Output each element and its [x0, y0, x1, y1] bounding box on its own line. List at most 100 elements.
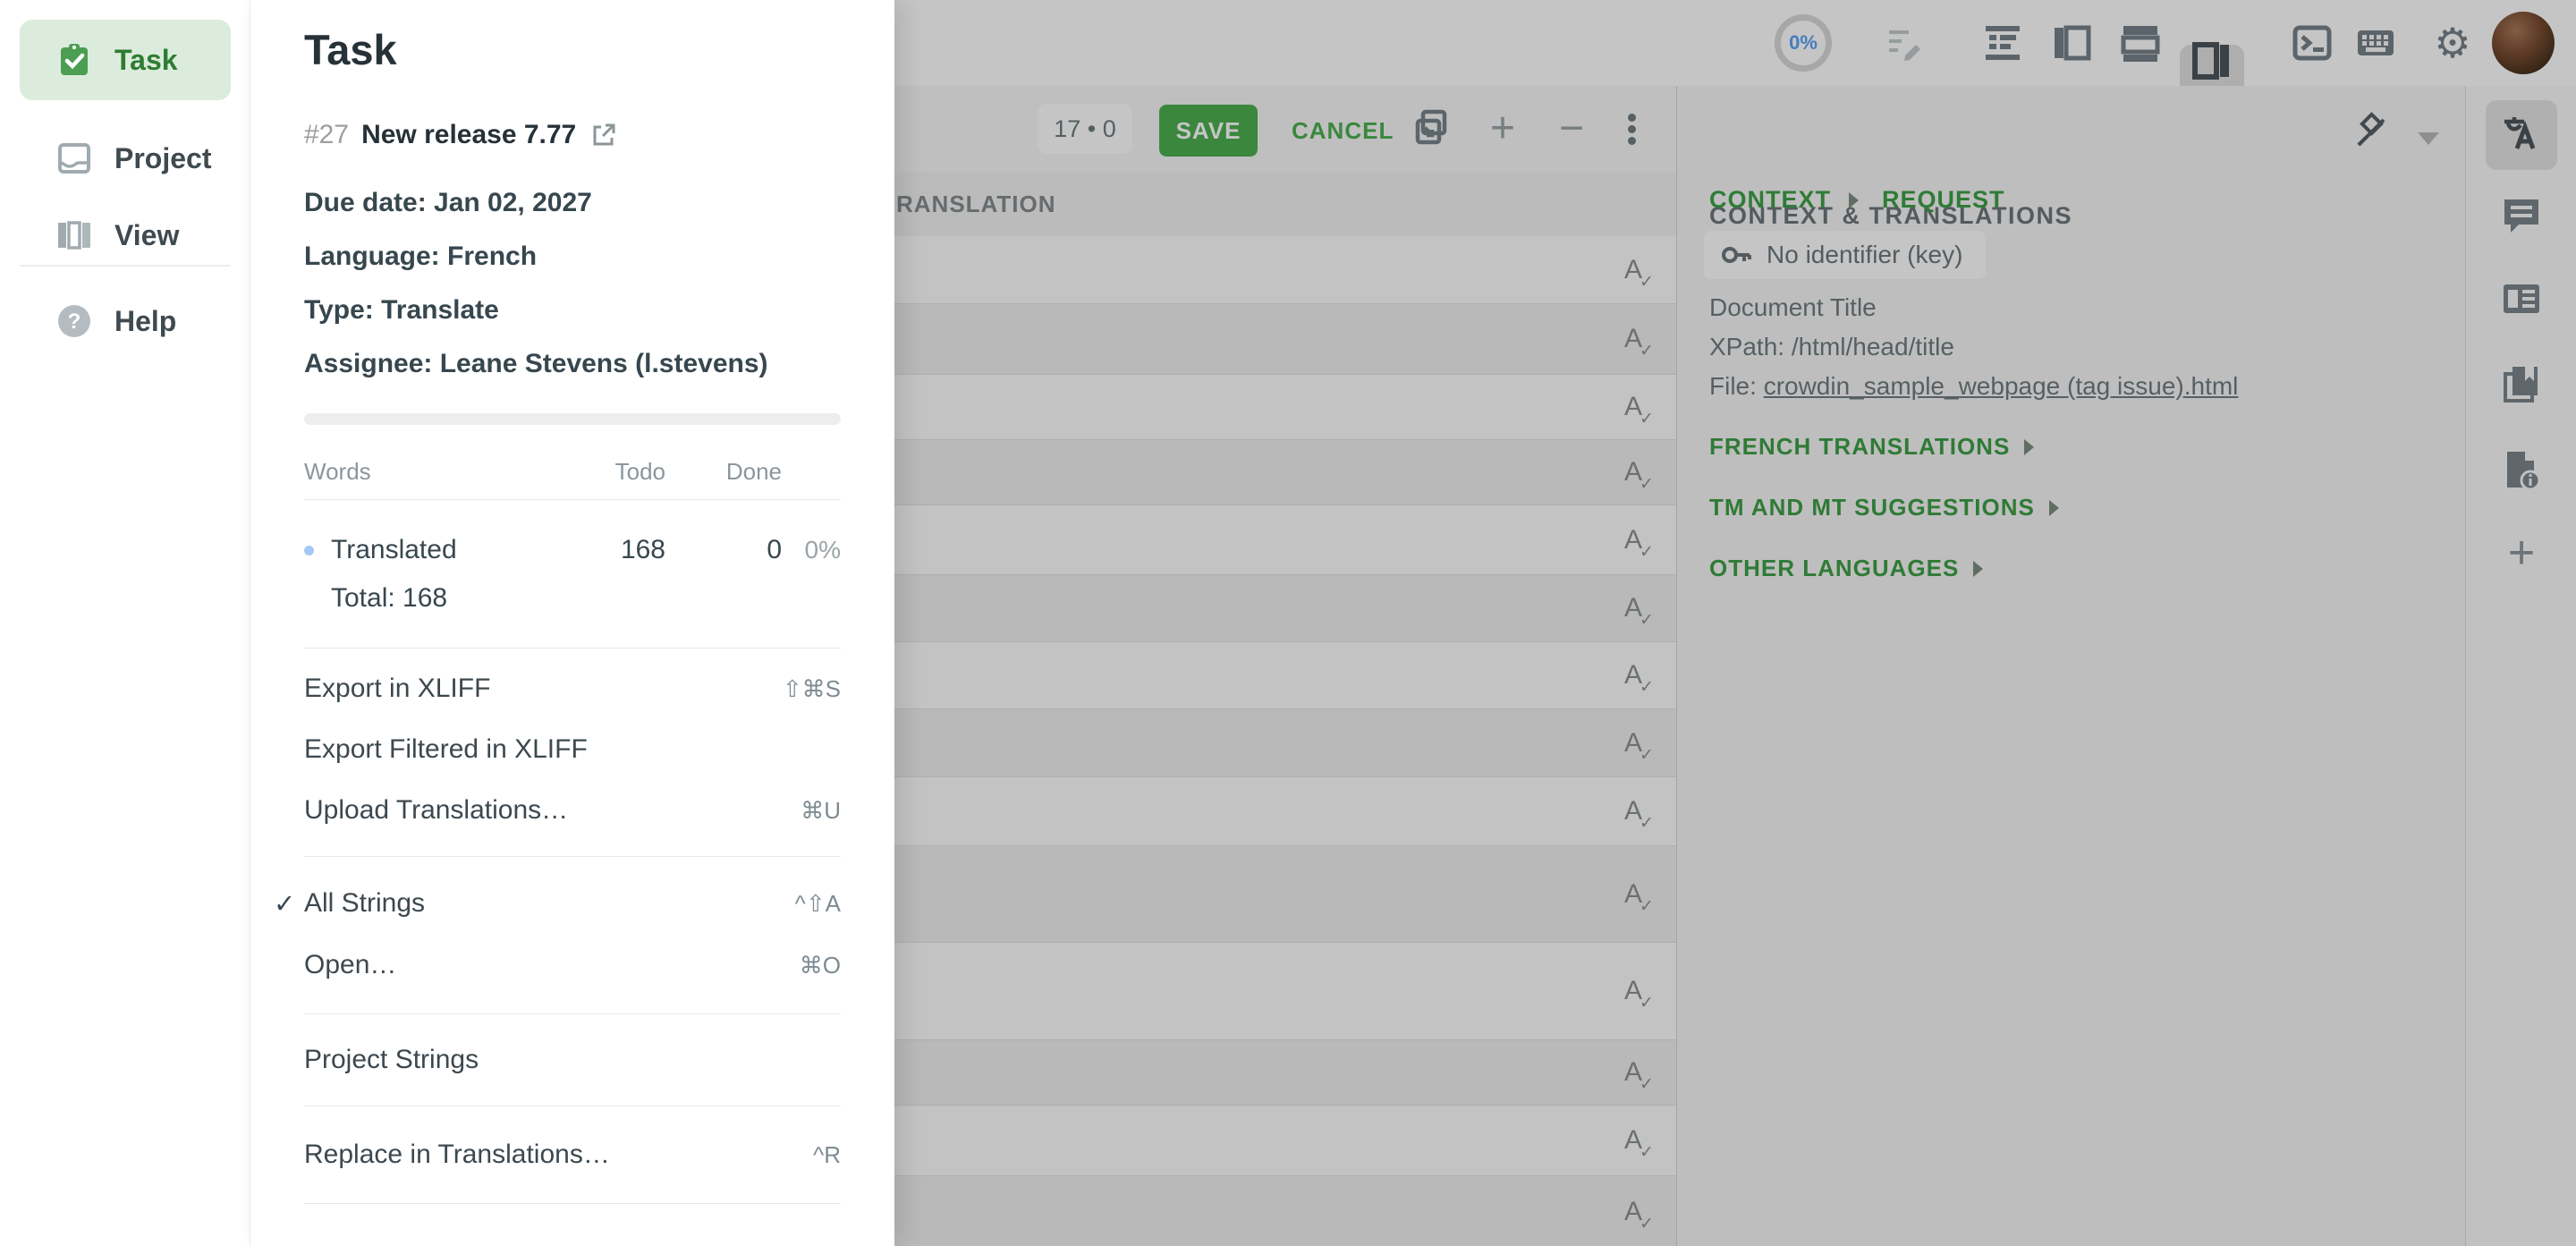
divider: [304, 499, 841, 500]
progress-value: 0%: [1789, 31, 1818, 55]
translated-todo: 168: [567, 535, 665, 565]
console-icon[interactable]: [2291, 21, 2334, 64]
check-icon: ✓: [274, 888, 295, 920]
task-name: New release 7.77: [361, 120, 576, 150]
task-reference-row: #27 New release 7.77: [304, 120, 617, 150]
words-total-row: Total: 168: [304, 581, 841, 615]
approve-translation-icon[interactable]: A✓: [1624, 257, 1642, 284]
multilingual-mode-icon[interactable]: [2190, 39, 2233, 82]
approve-translation-icon[interactable]: A✓: [1624, 595, 1642, 622]
crowdin-editor: 0%: [0, 0, 2576, 1246]
words-total: Total: 168: [304, 583, 841, 614]
file-label: File:: [1709, 372, 1757, 400]
project-icon: [54, 140, 95, 177]
approve-translation-icon[interactable]: A✓: [1624, 1127, 1642, 1154]
view-columns-icon: [54, 216, 95, 254]
task-type: Type: Translate: [304, 295, 499, 326]
sidebar-item-label: Task: [114, 44, 178, 77]
duplicate-translation-icon[interactable]: [1411, 107, 1454, 150]
document-title-label: Document Title: [1709, 293, 1877, 322]
sidebar-item-label: View: [114, 219, 179, 252]
divider: [304, 856, 841, 857]
divider: [304, 1013, 841, 1014]
right-icon-strip: +: [2465, 86, 2576, 1246]
approve-translation-icon[interactable]: A✓: [1624, 881, 1642, 908]
minus-icon[interactable]: −: [1550, 107, 1593, 150]
xpath-label: XPath: /html/head/title: [1709, 333, 1954, 361]
divider: [304, 1203, 841, 1204]
task-number: #27: [304, 120, 349, 150]
help-icon: ?: [54, 302, 95, 340]
file-line: File: crowdin_sample_webpage (tag issue)…: [1709, 372, 2238, 401]
add-panel-icon[interactable]: +: [2508, 535, 2535, 572]
edit-strings-icon[interactable]: [1882, 21, 1925, 64]
comments-icon[interactable]: [2500, 194, 2543, 237]
approve-translation-icon[interactable]: A✓: [1624, 798, 1642, 825]
string-counter-badge: 17 • 0: [1038, 104, 1132, 154]
unpin-icon[interactable]: [2350, 111, 2393, 154]
section-french-translations[interactable]: FRENCH TRANSLATIONS: [1709, 433, 2034, 461]
approve-translation-icon[interactable]: A✓: [1624, 978, 1642, 1004]
translations-icon[interactable]: [2499, 113, 2544, 157]
left-sidebar: Task Project View: [0, 0, 250, 1246]
task-assignee: Assignee: Leane Stevens (l.stevens): [304, 349, 768, 379]
approve-translation-icon[interactable]: A✓: [1624, 326, 1642, 352]
task-dropdown-panel: Task #27 New release 7.77 Due date: Jan …: [250, 0, 894, 1246]
translation-column-label: RANSLATION: [896, 191, 1056, 218]
panel-title: Task: [304, 25, 397, 74]
menu-open[interactable]: Open…⌘O: [304, 935, 841, 996]
comfortable-mode-icon[interactable]: [1981, 21, 2024, 64]
file-link[interactable]: crowdin_sample_webpage (tag issue).html: [1764, 372, 2239, 400]
file-info-icon[interactable]: [2500, 448, 2543, 491]
menu-project-strings[interactable]: Project Strings: [304, 1030, 841, 1090]
task-due-date: Due date: Jan 02, 2027: [304, 188, 592, 218]
save-button[interactable]: SAVE: [1159, 105, 1258, 157]
sidebar-item-view[interactable]: View: [20, 195, 231, 275]
menu-all-strings[interactable]: ✓ All Strings^⇧A: [304, 873, 841, 934]
translation-progress-ring[interactable]: 0%: [1775, 14, 1832, 72]
more-options-kebab-icon[interactable]: [1610, 107, 1653, 150]
chevron-down-icon[interactable]: [2418, 132, 2439, 145]
approve-translation-icon[interactable]: A✓: [1624, 394, 1642, 420]
key-icon: [1718, 237, 1754, 273]
menu-replace-in-translations[interactable]: Replace in Translations…^R: [304, 1124, 841, 1185]
words-table-header: Words Todo Done: [304, 458, 841, 486]
sidebar-item-help[interactable]: ? Help: [20, 281, 231, 361]
translated-percent: 0%: [782, 536, 841, 564]
plus-icon[interactable]: +: [1481, 107, 1524, 150]
task-clipboard-icon: [54, 41, 95, 79]
section-tm-mt-suggestions[interactable]: TM AND MT SUGGESTIONS: [1709, 494, 2059, 521]
menu-upload-translations[interactable]: Upload Translations…⌘U: [304, 780, 841, 841]
cancel-button[interactable]: CANCEL: [1286, 105, 1399, 157]
terms-book-icon[interactable]: [2500, 363, 2543, 406]
settings-gear-icon[interactable]: ⚙: [2431, 21, 2474, 64]
user-avatar[interactable]: [2492, 12, 2555, 74]
external-link-icon[interactable]: [590, 122, 617, 148]
menu-export-xliff[interactable]: Export in XLIFF⇧⌘S: [304, 658, 841, 719]
task-progress-bar: [304, 413, 841, 425]
sidebar-item-label: Help: [114, 305, 176, 338]
sidebar-item-label: Project: [114, 142, 211, 175]
approve-translation-icon[interactable]: A✓: [1624, 527, 1642, 554]
approve-translation-icon[interactable]: A✓: [1624, 1059, 1642, 1086]
context-news-icon[interactable]: [2500, 277, 2543, 320]
task-language: Language: French: [304, 242, 537, 272]
identifier-key-pill[interactable]: No identifier (key): [1704, 231, 1986, 279]
tab-request[interactable]: REQUEST: [1882, 186, 2005, 214]
key-pill-label: No identifier (key): [1767, 241, 1962, 269]
menu-export-filtered-xliff[interactable]: Export Filtered in XLIFF: [304, 719, 841, 780]
side-by-side-mode-icon[interactable]: [2050, 21, 2093, 64]
keyboard-shortcuts-icon[interactable]: [2354, 21, 2397, 64]
top-bottom-mode-icon[interactable]: [2119, 21, 2162, 64]
sidebar-item-project[interactable]: Project: [20, 118, 231, 199]
approve-translation-icon[interactable]: A✓: [1624, 730, 1642, 757]
translated-done: 0: [665, 535, 782, 565]
context-translations-panel: CONTEXT & TRANSLATIONS CONTEXT REQUEST: [1676, 86, 2465, 1246]
tab-context[interactable]: CONTEXT: [1709, 186, 1831, 214]
section-other-languages[interactable]: OTHER LANGUAGES: [1709, 555, 1983, 582]
approve-translation-icon[interactable]: A✓: [1624, 662, 1642, 689]
approve-translation-icon[interactable]: A✓: [1624, 1199, 1642, 1225]
approve-translation-icon[interactable]: A✓: [1624, 459, 1642, 486]
svg-text:?: ?: [68, 309, 81, 334]
sidebar-item-task[interactable]: Task: [20, 20, 231, 100]
